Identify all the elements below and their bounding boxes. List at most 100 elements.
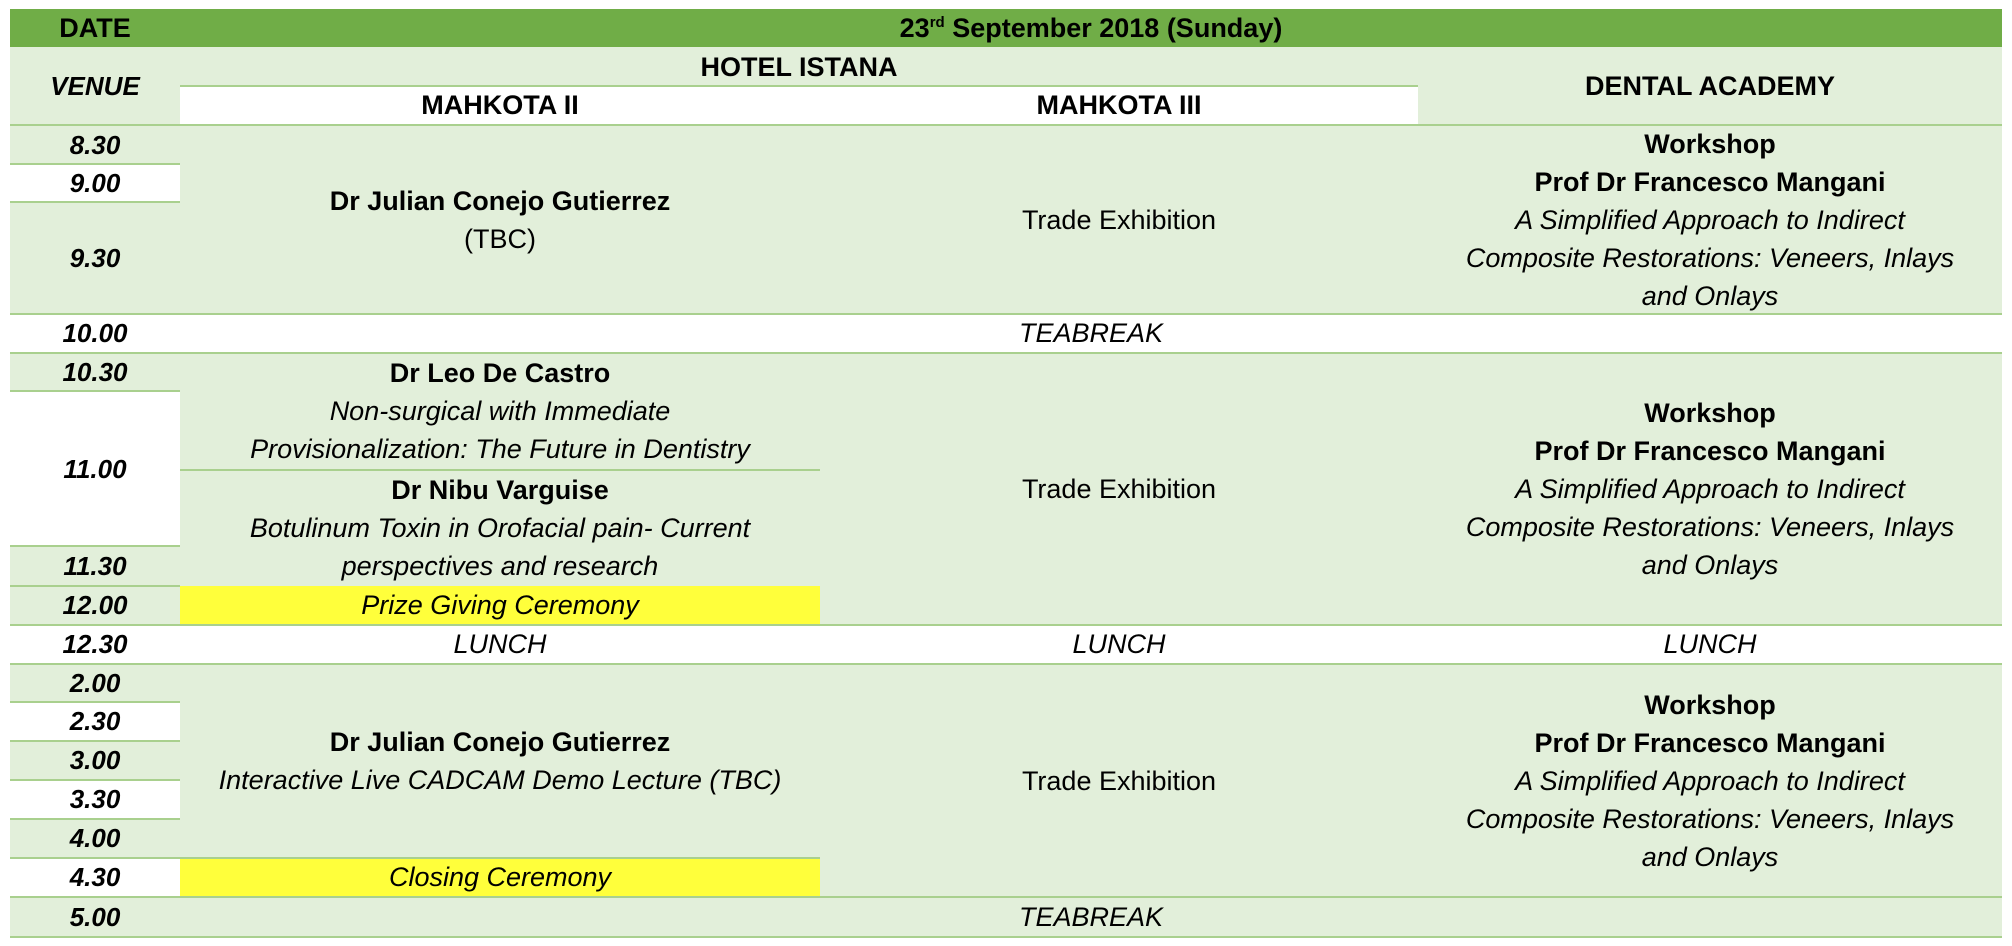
time-text: 4.30 [69, 862, 121, 892]
time-text: 9.00 [69, 168, 121, 198]
morning-session: Dr Julian Conejo Gutierrez (TBC) [180, 126, 820, 314]
venue-label: VENUE [10, 47, 180, 124]
dental-academy-text: DENTAL ACADEMY [1584, 70, 1835, 101]
lunch-text: LUNCH [453, 629, 547, 659]
time-text: 2.30 [69, 706, 121, 736]
row-divider [180, 469, 820, 471]
trade-exhibition-text: Trade Exhibition [1021, 765, 1217, 796]
time-830: 8.30 [10, 126, 180, 164]
time-1100: 11.00 [10, 391, 180, 546]
workshop-midday: Workshop Prof Dr Francesco Mangani A Sim… [1418, 353, 2002, 625]
date-day: 23 [899, 13, 930, 43]
trade-exhibition-midday: Trade Exhibition [820, 353, 1418, 625]
row-divider [10, 857, 820, 859]
lunch-text: LUNCH [1072, 629, 1166, 659]
speaker-name: Dr Julian Conejo Gutierrez [329, 186, 671, 216]
date-text: 23rd September 2018 (Sunday) [900, 9, 1283, 47]
time-text: 4.00 [69, 823, 121, 853]
time-text: 3.00 [69, 745, 121, 775]
talk-nibu-varguise: Dr Nibu Varguise Botulinum Toxin in Orof… [180, 470, 820, 586]
speaker-name: Dr Nibu Varguise [391, 475, 609, 505]
row-divider [10, 663, 2002, 665]
trade-exhibition-text: Trade Exhibition [1021, 205, 1217, 235]
date-label: DATE [10, 9, 180, 47]
row-divider [10, 701, 180, 703]
room-mahkota-ii-text: MAHKOTA II [421, 90, 579, 120]
venue-label-text: VENUE [50, 70, 140, 101]
time-text: 12.30 [62, 629, 128, 659]
room-mahkota-ii: MAHKOTA II [180, 86, 820, 124]
workshop-topic: and Onlays [1641, 841, 1779, 872]
room-mahkota-iii: MAHKOTA III [820, 86, 1418, 124]
workshop-speaker: Prof Dr Francesco Mangani [1534, 436, 1886, 466]
row-divider [10, 390, 180, 392]
talk-topic: Provisionalization: The Future in Dentis… [250, 434, 750, 464]
trade-exhibition-morning: Trade Exhibition [820, 126, 1418, 314]
teabreak-morning: TEABREAK [180, 314, 2002, 352]
date-label-text: DATE [59, 13, 131, 43]
row-divider [180, 85, 1418, 87]
time-text: 10.30 [62, 357, 128, 387]
speaker-name: Dr Julian Conejo Gutierrez [329, 727, 671, 757]
workshop-topic: A Simplified Approach to Indirect [1515, 474, 1905, 504]
row-divider [10, 313, 2002, 315]
row-divider [10, 124, 2002, 126]
time-300: 3.00 [10, 741, 180, 779]
time-1230: 12.30 [10, 625, 180, 663]
workshop-afternoon: Workshop Prof Dr Francesco Mangani A Sim… [1418, 664, 2002, 897]
workshop-morning: Workshop Prof Dr Francesco Mangani A Sim… [1418, 126, 2002, 314]
time-330: 3.30 [10, 780, 180, 818]
workshop-topic: and Onlays [1641, 550, 1779, 580]
workshop-speaker: Prof Dr Francesco Mangani [1534, 167, 1886, 197]
time-900: 9.00 [10, 164, 180, 202]
hotel-name-text: HOTEL ISTANA [700, 51, 898, 82]
time-1030: 10.30 [10, 353, 180, 391]
time-930: 9.30 [10, 202, 180, 314]
afternoon-session: Dr Julian Conejo Gutierrez Interactive L… [180, 664, 820, 858]
workshop-topic: Composite Restorations: Veneers, Inlays [1465, 512, 1955, 542]
time-1200: 12.00 [10, 586, 180, 624]
workshop-title: Workshop [1644, 689, 1776, 720]
row-divider [10, 818, 180, 820]
workshop-title: Workshop [1644, 129, 1776, 159]
lunch-dental-academy: LUNCH [1418, 625, 2002, 663]
time-400: 4.00 [10, 819, 180, 857]
date-rest: September 2018 (Sunday) [944, 13, 1283, 43]
session-topic: Interactive Live CADCAM Demo Lecture (TB… [218, 765, 782, 795]
workshop-speaker: Prof Dr Francesco Mangani [1534, 727, 1886, 758]
row-divider [10, 163, 180, 165]
time-430: 4.30 [10, 858, 180, 896]
room-mahkota-iii-text: MAHKOTA III [1036, 90, 1202, 120]
time-1000: 10.00 [10, 314, 180, 352]
lunch-mahkota-ii: LUNCH [180, 625, 820, 663]
time-text: 11.30 [63, 551, 127, 581]
row-divider [10, 896, 2002, 898]
lunch-text: LUNCH [1663, 629, 1757, 659]
time-200: 2.00 [10, 664, 180, 702]
row-divider [10, 779, 180, 781]
time-text: 2.00 [69, 668, 121, 698]
teabreak-afternoon: TEABREAK [180, 897, 2002, 936]
prize-giving-ceremony: Prize Giving Ceremony [180, 586, 820, 624]
time-text: 11.00 [63, 453, 127, 484]
talk-topic: Botulinum Toxin in Orofacial pain- Curre… [249, 513, 751, 543]
workshop-topic: Composite Restorations: Veneers, Inlays [1465, 803, 1955, 834]
time-text: 8.30 [69, 130, 121, 160]
dental-academy: DENTAL ACADEMY [1418, 47, 2002, 124]
row-divider [10, 740, 180, 742]
closing-ceremony-text: Closing Ceremony [388, 862, 612, 892]
workshop-topic: and Onlays [1641, 281, 1779, 311]
date-suffix: rd [929, 14, 945, 31]
time-text: 10.00 [62, 318, 128, 348]
time-text: 9.30 [69, 243, 121, 273]
talk-leo-de-castro: Dr Leo De Castro Non-surgical with Immed… [180, 353, 820, 469]
workshop-title: Workshop [1644, 398, 1776, 428]
time-text: 3.30 [69, 784, 121, 814]
hotel-name: HOTEL ISTANA [180, 47, 1418, 86]
teabreak-text: TEABREAK [1018, 901, 1164, 932]
row-divider [10, 352, 2002, 354]
trade-exhibition-text: Trade Exhibition [1021, 474, 1217, 504]
row-divider [10, 936, 2002, 938]
talk-topic: Non-surgical with Immediate [329, 396, 671, 426]
time-230: 2.30 [10, 702, 180, 740]
